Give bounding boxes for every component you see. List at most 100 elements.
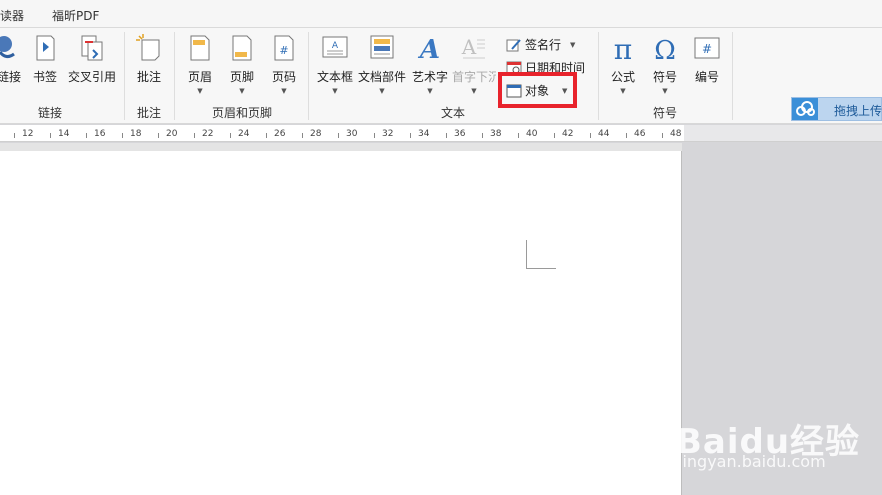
ruler-mark (158, 133, 159, 138)
ruler-tick-label: 36 (454, 129, 466, 139)
pi-icon: π (610, 33, 636, 66)
watermark-url: jingyan.baidu.com (678, 452, 826, 471)
ruler-mark (446, 133, 447, 138)
footer-label: 页脚 (229, 70, 254, 84)
svg-text:Ω: Ω (654, 36, 676, 62)
ruler-mark (554, 133, 555, 138)
group-divider (598, 32, 599, 120)
page-number-button[interactable]: # 页码 ▼ (268, 34, 300, 95)
wordart-label: 艺术字 (411, 70, 448, 84)
ruler-margin-area (684, 125, 882, 142)
ruler-mark (410, 133, 411, 138)
ruler-mark (230, 133, 231, 138)
page-number-label: 页码 (271, 70, 296, 84)
watermark: Baidu经验 jingyan.baidu.com (676, 400, 876, 480)
chevron-down-icon: ▼ (197, 87, 203, 95)
footer-icon (229, 34, 255, 62)
chevron-down-icon: ▼ (332, 87, 338, 95)
chevron-down-icon: ▼ (239, 87, 245, 95)
chevron-down-icon: ▼ (281, 87, 287, 95)
ruler-tick-label: 16 (94, 129, 106, 139)
hyperlink-button[interactable]: 链接 (0, 34, 24, 85)
numbering-button[interactable]: # 编号 (692, 34, 722, 85)
ruler-mark (518, 133, 519, 138)
menu-tab-bar: 读器 福昕PDF (0, 0, 882, 28)
wordart-button[interactable]: A 艺术字 ▼ (410, 34, 450, 95)
chevron-down-icon: ▼ (379, 87, 385, 95)
svg-text:π: π (614, 34, 632, 62)
quick-parts-button[interactable]: 文档部件 ▼ (357, 34, 407, 95)
ruler-tick-label: 46 (634, 129, 646, 139)
svg-text:A: A (417, 35, 440, 62)
cloud-upload-button[interactable]: 拖拽上传 (791, 97, 882, 121)
document-page[interactable] (0, 151, 682, 495)
group-label-symbol: 符号 (652, 106, 677, 120)
ruler-tick-label: 44 (598, 129, 610, 139)
numbering-icon: # (694, 34, 720, 62)
page-number-icon: # (271, 34, 297, 62)
ruler-mark (50, 133, 51, 138)
cloud-icon (792, 98, 818, 120)
margin-crop-mark (526, 240, 527, 269)
signature-line-button[interactable]: 签名行 ▼ (506, 36, 575, 53)
horizontal-ruler[interactable]: 12 14 16 18 20 22 24 26 28 30 32 34 36 38 40 42 44 46 48 (0, 125, 684, 142)
symbol-label: 符号 (652, 70, 677, 84)
margin-crop-mark (526, 268, 556, 269)
comment-icon (136, 34, 162, 62)
ruler-mark (662, 133, 663, 138)
chevron-down-icon: ▼ (427, 87, 433, 95)
textbox-button[interactable]: A 文本框 ▼ (314, 34, 356, 95)
numbering-label: 编号 (694, 70, 719, 84)
ruler-tick-label: 34 (418, 129, 430, 139)
ruler-tick-label: 38 (490, 129, 502, 139)
page-top-gap (0, 143, 682, 151)
ruler-tick-label: 12 (22, 129, 34, 139)
ruler-mark (626, 133, 627, 138)
svg-text:#: # (279, 44, 288, 57)
dropcap-label: 首字下沉 (452, 70, 496, 84)
equation-label: 公式 (610, 70, 635, 84)
equation-button[interactable]: π 公式 ▼ (606, 33, 640, 95)
ruler-tick-label: 22 (202, 129, 214, 139)
group-label-comment: 批注 (136, 106, 161, 120)
dropcap-icon: A (461, 34, 487, 62)
ruler-mark (374, 133, 375, 138)
dropcap-button[interactable]: A 首字下沉 ▼ (452, 34, 496, 95)
bookmark-button[interactable]: 书签 (30, 34, 60, 85)
ruler-mark (590, 133, 591, 138)
textbox-label: 文本框 (316, 70, 353, 84)
quick-parts-label: 文档部件 (357, 70, 406, 84)
hyperlink-label: 链接 (0, 70, 21, 84)
ruler-tick-label: 28 (310, 129, 322, 139)
svg-text:#: # (702, 42, 712, 56)
header-icon (187, 34, 213, 62)
cross-reference-icon (79, 34, 105, 62)
omega-icon: Ω (652, 34, 678, 66)
footer-button[interactable]: 页脚 ▼ (226, 34, 258, 95)
comment-button[interactable]: 批注 (132, 34, 166, 85)
ruler-mark (266, 133, 267, 138)
ruler-mark (14, 133, 15, 138)
hyperlink-icon (0, 34, 22, 62)
ruler-tick-label: 30 (346, 129, 358, 139)
tab-reader[interactable]: 读器 (0, 7, 24, 24)
ruler-tick-label: 20 (166, 129, 178, 139)
ruler-mark (338, 133, 339, 138)
cross-reference-label: 交叉引用 (67, 70, 116, 84)
textbox-icon: A (322, 34, 348, 62)
ruler-tick-label: 24 (238, 129, 250, 139)
ruler-tick-label: 18 (130, 129, 142, 139)
symbol-button[interactable]: Ω 符号 ▼ (648, 34, 682, 95)
highlight-box (498, 72, 577, 108)
chevron-down-icon: ▼ (620, 87, 626, 95)
header-button[interactable]: 页眉 ▼ (184, 34, 216, 95)
tab-foxit-pdf[interactable]: 福昕PDF (52, 7, 99, 24)
cloud-upload-label: 拖拽上传 (834, 104, 882, 118)
signature-line-label: 签名行 (525, 38, 562, 52)
ruler-tick-label: 42 (562, 129, 574, 139)
header-label: 页眉 (187, 70, 212, 84)
ruler-tick-label: 32 (382, 129, 394, 139)
cross-reference-button[interactable]: 交叉引用 (66, 34, 118, 85)
wordart-icon: A (417, 34, 443, 65)
group-label-header-footer: 页眉和页脚 (211, 106, 272, 120)
